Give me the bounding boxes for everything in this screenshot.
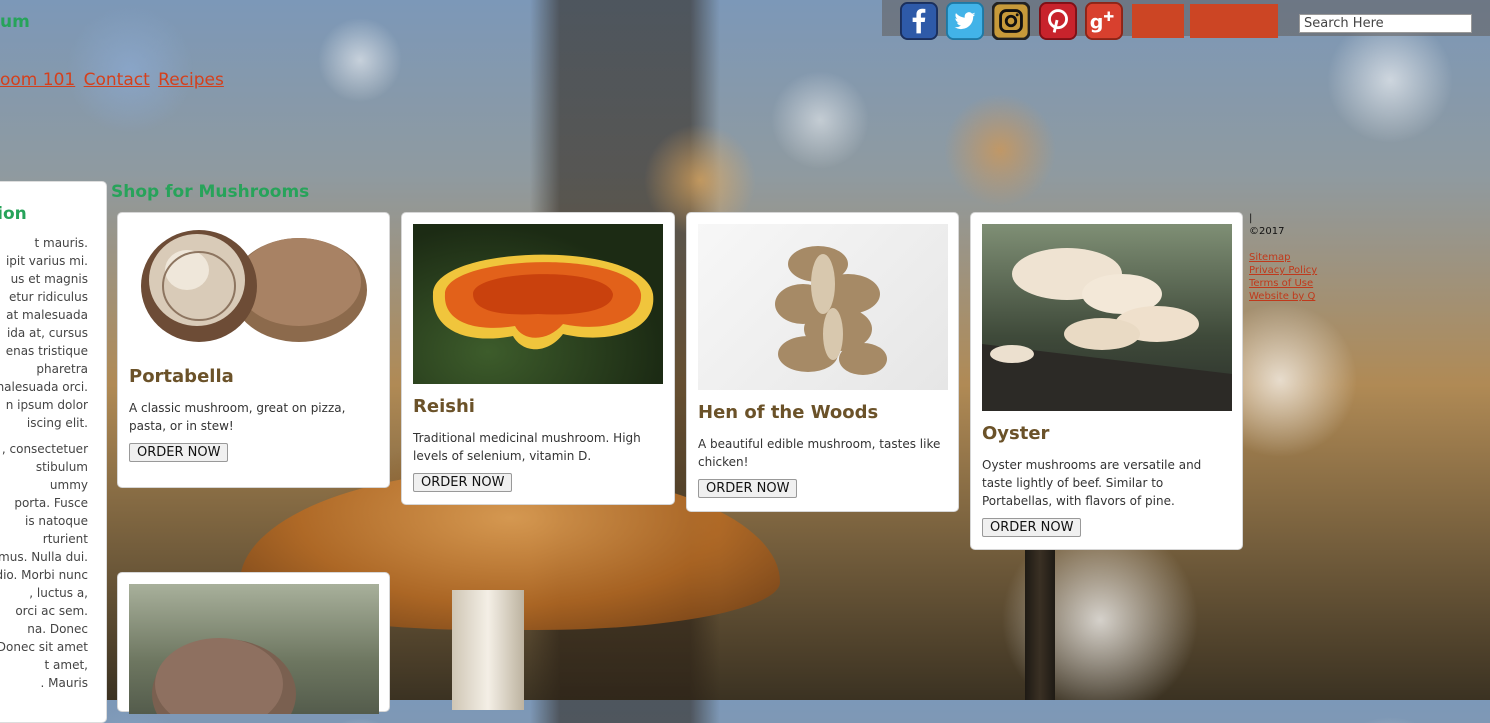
sidebar-line: is natoque bbox=[24, 514, 88, 528]
site-brand[interactable]: um bbox=[0, 12, 30, 32]
product-card-partial bbox=[117, 572, 390, 714]
product-description: A classic mushroom, great on pizza, past… bbox=[129, 401, 346, 433]
footer-links: Sitemap Privacy Policy Terms of Use Webs… bbox=[1249, 251, 1317, 303]
product-card-hen-of-the-woods: Hen of the Woods A beautiful edible mush… bbox=[686, 212, 959, 512]
product-name: Portabella bbox=[129, 366, 234, 387]
header-block-button-2[interactable] bbox=[1190, 4, 1278, 38]
product-description: Oyster mushrooms are versatile and taste… bbox=[982, 458, 1202, 508]
sidebar-line: porta. Fusce bbox=[14, 496, 88, 510]
sidebar-line: stibulum bbox=[35, 460, 88, 474]
footer-copyright: ©2017 bbox=[1249, 226, 1285, 237]
product-photo-hen-of-the-woods bbox=[698, 224, 948, 390]
sidebar-line: dio. Morbi nunc bbox=[0, 568, 88, 582]
svg-text:g: g bbox=[1090, 12, 1104, 34]
sidebar-line: nalesuada orci. bbox=[0, 380, 88, 394]
sidebar-line: n ipsum dolor bbox=[5, 398, 88, 412]
search-input[interactable] bbox=[1299, 14, 1472, 33]
product-card-portabella: Portabella A classic mushroom, great on … bbox=[117, 212, 390, 488]
twitter-icon[interactable] bbox=[946, 2, 984, 40]
footer-link-terms-of-use[interactable]: Terms of Use bbox=[1249, 277, 1317, 290]
sidebar-line: Donec sit amet bbox=[0, 640, 88, 654]
facebook-icon[interactable] bbox=[900, 2, 938, 40]
main-nav: oom 101 Contact Recipes bbox=[0, 70, 227, 90]
product-name: Reishi bbox=[413, 396, 475, 417]
nav-link-mushroom-101[interactable]: oom 101 bbox=[0, 70, 75, 90]
product-card-reishi: Reishi Traditional medicinal mushroom. H… bbox=[401, 212, 675, 505]
product-photo-partial bbox=[129, 584, 379, 714]
sidebar-line: us et magnis bbox=[10, 272, 88, 286]
footer-divider: | bbox=[1249, 213, 1253, 224]
nav-link-contact[interactable]: Contact bbox=[84, 70, 150, 90]
order-now-button[interactable]: ORDER NOW bbox=[982, 518, 1082, 537]
nav-link-recipes[interactable]: Recipes bbox=[158, 70, 224, 90]
product-card-oyster: Oyster Oyster mushrooms are versatile an… bbox=[970, 212, 1243, 550]
site-footer: | ©2017 Sitemap Privacy Policy Terms of … bbox=[1249, 212, 1317, 303]
sidebar-line: , consectetuer bbox=[1, 442, 88, 456]
footer-link-website-by[interactable]: Website by Q bbox=[1249, 290, 1317, 303]
header-block-button-1[interactable] bbox=[1132, 4, 1184, 38]
sidebar-line: . Mauris bbox=[40, 676, 88, 690]
product-description: A beautiful edible mushroom, tastes like… bbox=[698, 437, 941, 469]
sidebar-line: ipit varius mi. bbox=[5, 254, 88, 268]
instagram-icon[interactable] bbox=[992, 2, 1030, 40]
sidebar-line: mus. Nulla dui. bbox=[0, 550, 88, 564]
sidebar-line: at malesuada bbox=[6, 308, 88, 322]
sidebar-line: ummy bbox=[49, 478, 88, 492]
product-photo-portabella bbox=[129, 224, 379, 354]
google-plus-icon[interactable]: g bbox=[1085, 2, 1123, 40]
sidebar-line: enas tristique bbox=[5, 344, 88, 358]
product-name: Hen of the Woods bbox=[698, 402, 879, 423]
product-photo-reishi bbox=[413, 224, 663, 384]
sidebar-line: etur ridiculus bbox=[8, 290, 88, 304]
order-now-button[interactable]: ORDER NOW bbox=[129, 443, 229, 462]
sidebar-line: rturient bbox=[42, 532, 88, 546]
sidebar-line: ida at, cursus bbox=[6, 326, 88, 340]
sidebar-line: t amet, bbox=[44, 658, 88, 672]
pinterest-icon[interactable] bbox=[1039, 2, 1077, 40]
product-description: Traditional medicinal mushroom. High lev… bbox=[413, 431, 641, 463]
left-sidebar: tion t mauris. ipit varius mi. us et mag… bbox=[0, 181, 107, 723]
footer-link-privacy-policy[interactable]: Privacy Policy bbox=[1249, 264, 1317, 277]
footer-link-sitemap[interactable]: Sitemap bbox=[1249, 251, 1317, 264]
product-photo-oyster bbox=[982, 224, 1232, 411]
sidebar-line: pharetra bbox=[36, 362, 88, 376]
sidebar-line: na. Donec bbox=[27, 622, 88, 636]
order-now-button[interactable]: ORDER NOW bbox=[413, 473, 513, 492]
shop-title: Shop for Mushrooms bbox=[111, 182, 310, 202]
sidebar-line: t mauris. bbox=[34, 236, 88, 250]
sidebar-line: , luctus a, bbox=[29, 586, 88, 600]
sidebar-heading: tion bbox=[0, 204, 27, 224]
sidebar-text: t mauris. ipit varius mi. us et magnis e… bbox=[0, 234, 88, 692]
product-name: Oyster bbox=[982, 423, 1050, 444]
order-now-button[interactable]: ORDER NOW bbox=[698, 479, 798, 498]
sidebar-line: orci ac sem. bbox=[15, 604, 88, 618]
background-mushroom-stem bbox=[452, 590, 524, 710]
sidebar-line: iscing elit. bbox=[26, 416, 88, 430]
